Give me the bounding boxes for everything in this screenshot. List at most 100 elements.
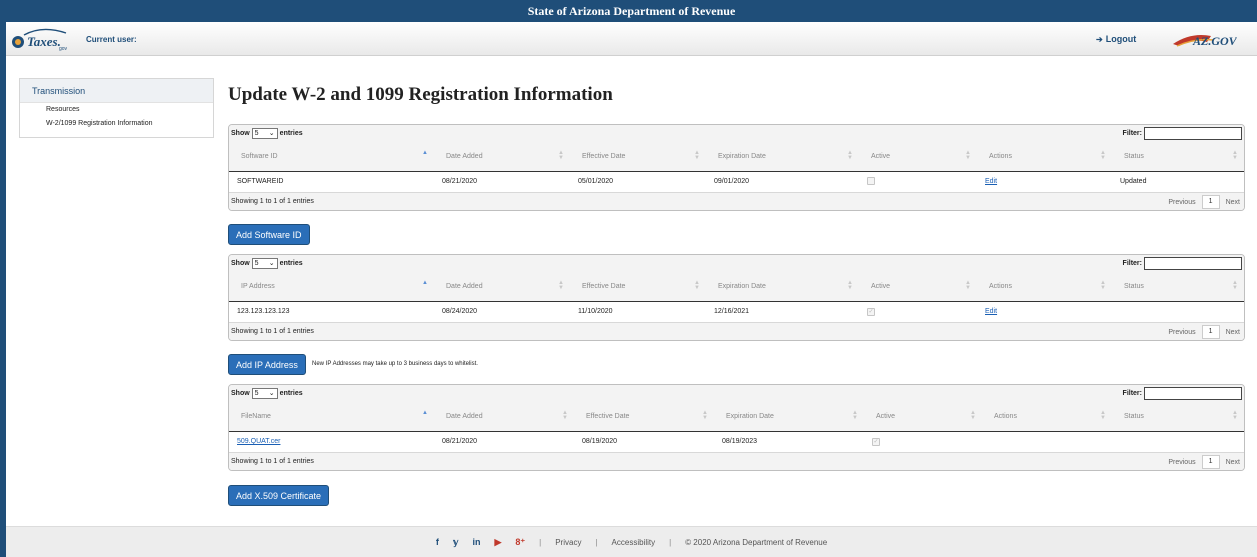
col-effective-date[interactable]: Effective Date ▲ ▼ — [570, 143, 706, 172]
az-gov-logo[interactable]: AZ.GOV — [1171, 28, 1237, 50]
facebook-icon[interactable]: f — [436, 537, 439, 547]
col-effective-date[interactable]: Effective Date ▲ ▼ — [570, 273, 706, 302]
page-1-button[interactable]: 1 — [1201, 325, 1220, 339]
software-table: Show 5 ⌄ entries Filter: Software ID ▲ Dat… — [228, 124, 1245, 211]
logout-icon: ➔ — [1096, 35, 1103, 44]
filter-label: Filter: — [1122, 130, 1142, 137]
previous-button[interactable]: Previous — [1168, 199, 1195, 206]
cell-status — [1112, 431, 1244, 452]
col-expiration-date[interactable]: Expiration Date ▲ ▼ — [714, 403, 864, 432]
next-button[interactable]: Next — [1226, 459, 1240, 466]
col-date-added[interactable]: Date Added ▲ ▼ — [434, 143, 570, 172]
sidebar-heading[interactable]: Transmission — [20, 79, 213, 103]
add-ip-address-button[interactable]: Add IP Address — [228, 354, 306, 375]
cell-actions: Edit — [977, 301, 1112, 322]
page-size-select[interactable]: 5 ⌄ — [251, 388, 278, 399]
col-active[interactable]: Active ▲ ▼ — [859, 273, 977, 302]
edit-link[interactable]: Edit — [985, 308, 997, 315]
sort-icon: ▲ ▼ — [562, 410, 568, 421]
filter-input[interactable] — [1144, 127, 1242, 140]
cell-actions: Edit — [977, 171, 1112, 192]
active-checkbox[interactable] — [867, 176, 875, 185]
sort-icon: ▲ ▼ — [1232, 280, 1238, 291]
col-expiration-date[interactable]: Expiration Date ▲ ▼ — [706, 143, 859, 172]
entries-label: entries — [279, 130, 303, 137]
edit-link[interactable]: Edit — [985, 178, 997, 185]
filter-input[interactable] — [1144, 387, 1242, 400]
page-size-select[interactable]: 5 ⌄ — [251, 128, 278, 139]
site-header: Taxes. gov Current user: ➔ Logout AZ.GOV — [6, 22, 1257, 56]
sort-icon: ▲ ▼ — [694, 150, 700, 161]
col-effective-date[interactable]: Effective Date ▲ ▼ — [574, 403, 714, 432]
add-certificate-button[interactable]: Add X.509 Certificate — [228, 485, 330, 506]
taxes-gov-logo[interactable]: Taxes. gov — [10, 27, 72, 51]
col-actions[interactable]: Actions ▲ ▼ — [977, 273, 1112, 302]
cell-file-name: 509.QUAT.cer — [229, 431, 434, 452]
accessibility-link[interactable]: Accessibility — [612, 538, 656, 547]
col-status[interactable]: Status ▲ ▼ — [1112, 143, 1244, 172]
cell-software-id: SOFTWAREID — [229, 171, 434, 192]
add-software-id-button[interactable]: Add Software ID — [228, 224, 310, 245]
previous-button[interactable]: Previous — [1168, 459, 1195, 466]
cell-expiration-date: 08/19/2023 — [714, 431, 864, 452]
window-frame — [0, 0, 6, 557]
certificate-file-link[interactable]: 509.QUAT.cer — [237, 438, 280, 445]
page-title: Update W-2 and 1099 Registration Informa… — [228, 84, 613, 105]
sidebar-item-resources[interactable]: Resources — [20, 103, 213, 117]
cell-actions — [982, 431, 1112, 452]
cell-status: Updated — [1112, 171, 1244, 192]
ip-address-table: Show 5 ⌄ entries Filter: IP Address ▲ Date… — [228, 254, 1245, 341]
app-title-bar: State of Arizona Department of Revenue — [6, 0, 1257, 22]
active-checkbox-checked[interactable]: ✓ — [872, 437, 880, 446]
footer-separator: | — [539, 537, 542, 547]
col-actions[interactable]: Actions ▲ ▼ — [977, 143, 1112, 172]
google-plus-icon[interactable]: 8⁺ — [515, 537, 525, 548]
sort-asc-icon: ▲ — [422, 150, 428, 156]
cell-ip-address: 123.123.123.123 — [229, 301, 434, 322]
svg-text:AZ.GOV: AZ.GOV — [1192, 34, 1237, 48]
logout-link[interactable]: ➔ Logout — [1096, 34, 1136, 44]
sort-icon: ▲ ▼ — [965, 150, 971, 161]
cell-active — [859, 171, 977, 192]
cell-effective-date: 11/10/2020 — [570, 301, 706, 322]
page-1-button[interactable]: 1 — [1201, 455, 1220, 469]
certificate-table: Show 5 ⌄ entries Filter: FileName ▲ Date A… — [228, 384, 1245, 471]
cell-effective-date: 05/01/2020 — [570, 171, 706, 192]
col-status[interactable]: Status ▲ ▼ — [1112, 403, 1244, 432]
col-actions[interactable]: Actions ▲ ▼ — [982, 403, 1112, 432]
linkedin-icon[interactable]: in — [472, 537, 480, 547]
col-date-added[interactable]: Date Added ▲ ▼ — [434, 403, 574, 432]
table-info: Showing 1 to 1 of 1 entries — [231, 198, 314, 205]
privacy-link[interactable]: Privacy — [555, 538, 581, 547]
sort-icon: ▲ ▼ — [1232, 150, 1238, 161]
youtube-icon[interactable]: ▶ — [494, 537, 501, 548]
col-file-name[interactable]: FileName ▲ — [229, 403, 434, 432]
col-active[interactable]: Active ▲ ▼ — [864, 403, 982, 432]
logout-label: Logout — [1105, 34, 1137, 44]
chevron-down-icon: ⌄ — [268, 260, 275, 267]
sort-icon: ▲ ▼ — [558, 280, 564, 291]
col-ip-address[interactable]: IP Address ▲ — [229, 273, 434, 302]
previous-button[interactable]: Previous — [1168, 329, 1195, 336]
svg-text:Taxes.: Taxes. — [27, 34, 61, 49]
footer-separator: | — [595, 537, 598, 547]
active-checkbox-checked[interactable]: ✓ — [867, 307, 875, 316]
filter-label: Filter: — [1122, 390, 1142, 397]
filter-input[interactable] — [1144, 257, 1242, 270]
col-date-added[interactable]: Date Added ▲ ▼ — [434, 273, 570, 302]
cell-date-added: 08/21/2020 — [434, 431, 574, 452]
page-1-button[interactable]: 1 — [1201, 195, 1220, 209]
col-status[interactable]: Status ▲ ▼ — [1112, 273, 1244, 302]
next-button[interactable]: Next — [1226, 329, 1240, 336]
cell-expiration-date: 09/01/2020 — [706, 171, 859, 192]
cell-date-added: 08/21/2020 — [434, 171, 570, 192]
ip-whitelist-note: New IP Addresses may take up to 3 busine… — [312, 361, 478, 367]
col-expiration-date[interactable]: Expiration Date ▲ ▼ — [706, 273, 859, 302]
next-button[interactable]: Next — [1226, 199, 1240, 206]
col-active[interactable]: Active ▲ ▼ — [859, 143, 977, 172]
pagination: Previous 1 Next — [1168, 195, 1240, 209]
col-software-id[interactable]: Software ID ▲ — [229, 143, 434, 172]
sidebar-item-registration-info[interactable]: W-2/1099 Registration Information — [20, 117, 213, 131]
page-size-select[interactable]: 5 ⌄ — [251, 258, 278, 269]
twitter-icon[interactable]: 𝕪 — [453, 537, 459, 548]
